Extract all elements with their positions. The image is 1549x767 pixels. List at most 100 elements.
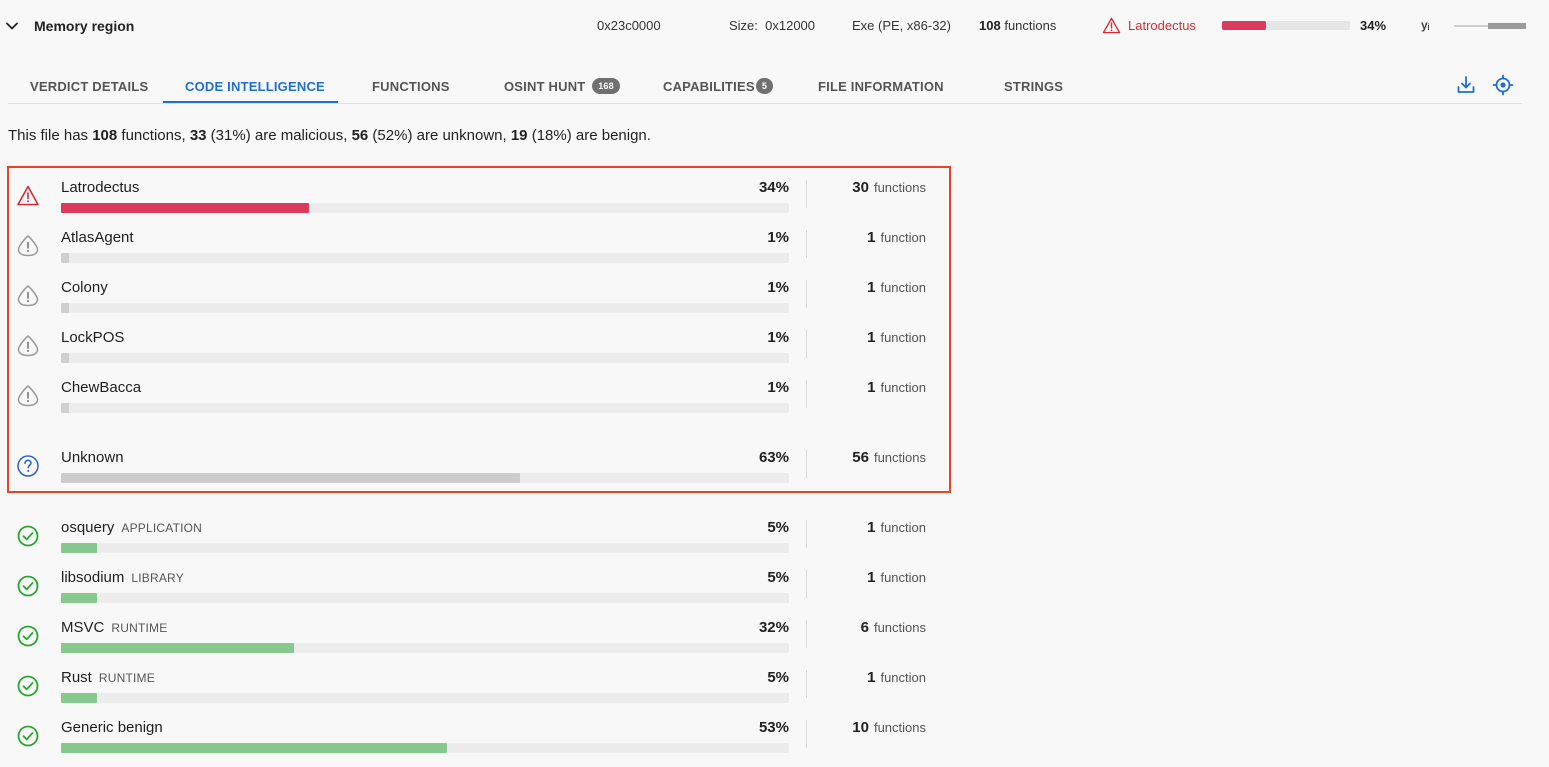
osint-hunt-count-badge: 168 [592, 78, 620, 94]
divider [806, 620, 807, 648]
family-row[interactable]: Generic benign 53% 10 functions [8, 708, 938, 758]
family-progress-bar [61, 253, 789, 263]
yara-icon: yᵢ [1421, 18, 1430, 32]
tab-label: VERDICT DETAILS [30, 79, 149, 94]
family-percent: 34% [1360, 18, 1387, 33]
header-slider[interactable] [1454, 23, 1526, 29]
summary-text: (18%) are benign. [531, 127, 651, 144]
region-address: 0x23c0000 [597, 18, 661, 33]
family-row[interactable]: MSVC RUNTIME 32% 6 functions [8, 608, 938, 658]
family-function-count[interactable]: 1 function [867, 229, 926, 246]
tab-osint-hunt[interactable]: OSINT HUNT 168 [482, 66, 632, 102]
family-name[interactable]: Generic benign [61, 719, 170, 736]
family-percent: 53% [758, 719, 789, 736]
function-count-value: 6 [860, 619, 869, 636]
function-count-value: 56 [852, 449, 869, 466]
function-count-value: 1 [867, 519, 876, 536]
family-function-count[interactable]: 6 functions [861, 619, 926, 636]
function-count: 108 functions [979, 18, 1056, 33]
alert-icon [16, 234, 40, 258]
family-name[interactable]: ChewBacca [61, 379, 148, 396]
target-icon[interactable] [1492, 74, 1514, 96]
divider [806, 720, 807, 748]
family-percent: 34% [758, 179, 789, 196]
family-function-count[interactable]: 1 function [867, 329, 926, 346]
family-name[interactable]: Colony [61, 279, 115, 296]
region-title[interactable]: Memory region [34, 18, 134, 34]
alert-icon [16, 334, 40, 358]
tab-strings[interactable]: STRINGS [982, 66, 1082, 102]
family-row[interactable]: libsodium LIBRARY 5% 1 function [8, 558, 938, 608]
tab-code-intelligence[interactable]: CODE INTELLIGENCE [163, 66, 338, 103]
family-name[interactable]: LockPOS [61, 329, 131, 346]
tab-functions[interactable]: FUNCTIONS [350, 66, 468, 102]
tab-verdict-details[interactable]: VERDICT DETAILS [8, 66, 163, 102]
family-row[interactable]: LockPOS 1% 1 function [8, 318, 938, 368]
function-count-unit: function [880, 520, 926, 535]
family-row[interactable]: Rust RUNTIME 5% 1 function [8, 658, 938, 708]
family-name[interactable]: Latrodectus [1128, 18, 1196, 33]
family-function-count[interactable]: 10 functions [852, 719, 926, 736]
family-percent: 32% [758, 619, 789, 636]
family-tag: LIBRARY [131, 571, 184, 585]
divider [806, 280, 807, 308]
family-name[interactable]: Latrodectus [61, 179, 146, 196]
divider [806, 520, 807, 548]
family-progress-bar [61, 593, 789, 603]
function-count-unit: functions [873, 180, 926, 195]
family-function-count[interactable]: 1 function [867, 669, 926, 686]
capabilities-count-badge: 5 [756, 78, 773, 94]
family-row[interactable]: ChewBacca 1% 1 function [8, 368, 938, 418]
family-progress-fill [61, 253, 69, 263]
tab-bar: VERDICT DETAILS CODE INTELLIGENCE FUNCTI… [8, 66, 1522, 104]
size-value: 0x12000 [765, 18, 816, 33]
family-name[interactable]: osquery APPLICATION [61, 519, 202, 536]
family-row[interactable]: osquery APPLICATION 5% 1 function [8, 508, 938, 558]
function-count-unit: function [880, 380, 926, 395]
divider [806, 380, 807, 408]
function-count-unit: functions [873, 450, 926, 465]
family-name[interactable]: MSVC RUNTIME [61, 619, 167, 636]
family-progress-bar [61, 403, 789, 413]
family-percent: 5% [767, 519, 789, 536]
alert-icon [16, 384, 40, 408]
warning-icon [1102, 17, 1121, 34]
family-function-count[interactable]: 30 functions [852, 179, 926, 196]
family-name[interactable]: libsodium LIBRARY [61, 569, 184, 586]
check-circle-icon [16, 574, 40, 598]
family-name[interactable]: Unknown [61, 449, 131, 466]
family-row[interactable]: Latrodectus 34% 30 functions [8, 168, 938, 218]
family-name[interactable]: AtlasAgent [61, 229, 141, 246]
tab-label: CAPABILITIES [663, 79, 755, 94]
function-count-value: 1 [867, 229, 876, 246]
family-function-count[interactable]: 1 function [867, 519, 926, 536]
tab-file-information[interactable]: FILE INFORMATION [796, 66, 966, 102]
family-row[interactable]: Unknown 63% 56 functions [8, 438, 938, 488]
family-progress-fill [61, 353, 69, 363]
chevron-down-icon[interactable] [5, 19, 19, 33]
summary-text: functions, [121, 127, 186, 144]
family-function-count[interactable]: 1 function [867, 569, 926, 586]
tab-capabilities[interactable]: CAPABILITIES 5 [641, 66, 791, 102]
family-row[interactable]: AtlasAgent 1% 1 function [8, 218, 938, 268]
function-count-unit: function [880, 570, 926, 585]
warning-icon [16, 184, 40, 208]
alert-icon [16, 284, 40, 308]
family-row[interactable]: Colony 1% 1 function [8, 268, 938, 318]
family-function-count[interactable]: 1 function [867, 379, 926, 396]
family-function-count[interactable]: 56 functions [852, 449, 926, 466]
function-count-unit: function [880, 330, 926, 345]
family-progress-fill [61, 643, 294, 653]
family-percent: 5% [767, 569, 789, 586]
family-name-text: Rust [61, 669, 92, 686]
download-icon[interactable] [1455, 74, 1477, 96]
family-name[interactable]: Rust RUNTIME [61, 669, 155, 686]
family-function-count[interactable]: 1 function [867, 279, 926, 296]
header-slider-handle[interactable] [1488, 23, 1526, 29]
family-name-text: osquery [61, 519, 115, 536]
family-progress-fill [61, 473, 520, 483]
function-count-unit: function [880, 280, 926, 295]
divider [806, 330, 807, 358]
check-circle-icon [16, 674, 40, 698]
tab-label: OSINT HUNT [504, 79, 586, 94]
